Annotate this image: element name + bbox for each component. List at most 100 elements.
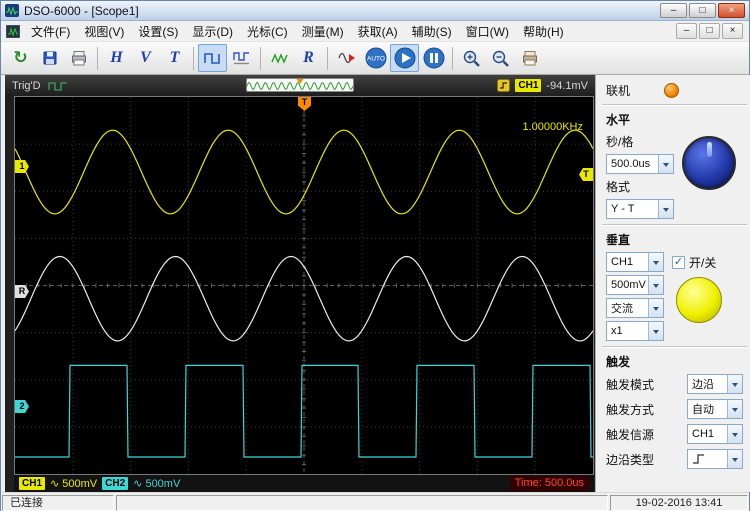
trig-status-label: Trig'D [12,79,41,92]
probe-select[interactable]: x1 [606,321,664,341]
menu-file[interactable]: 文件(F) [24,21,77,42]
app-window: DSO-6000 - [Scope1] – □ × 文件(F) 视图(V) 设置… [0,0,750,511]
menu-window[interactable]: 窗口(W) [459,21,516,42]
toolbar-separator [97,46,98,70]
single-capture-button[interactable] [332,44,361,72]
auto-setup-button[interactable]: AUTO [361,44,390,72]
vertical-position-knob[interactable] [676,277,722,323]
connect-button[interactable]: ↻ [6,44,35,72]
trigger-panel-button[interactable]: T [160,44,189,72]
status-bar: 已连接 19-02-2016 13:41 [1,492,749,511]
menu-settings[interactable]: 设置(S) [131,21,185,42]
toolbar-separator [452,46,453,70]
trigger-section: 触发 触发模式 边沿 触发方式 自动 触发信源 CH1 边沿类型 [606,353,743,469]
volts-div-value: 500mV [611,279,646,291]
scope-display[interactable]: 1 R 2 T T 1.00000KHz [14,96,594,475]
trigger-source-icon [497,79,511,92]
trigger-source-value: CH1 [692,428,715,440]
print-icon [71,51,86,66]
chevron-down-icon [648,253,663,271]
scope-region: Trig'D CH1 -94.1mV 1 R 2 T T 1.00000KHz … [5,75,595,492]
copy-screen-button[interactable] [515,44,544,72]
menu-bar: 文件(F) 视图(V) 设置(S) 显示(D) 光标(C) 测量(M) 获取(A… [1,21,749,42]
rising-edge-icon [693,454,704,464]
toolbar: ↻ H V T R AUTO [1,42,749,75]
trigger-sweep-select[interactable]: 自动 [687,399,743,419]
save-icon [43,51,56,65]
trigd-wave-icon [47,81,67,91]
close-button[interactable]: × [718,3,745,18]
trigger-mode-select[interactable]: 边沿 [687,374,743,394]
chevron-down-icon [727,375,742,393]
trigger-mode-label: 触发模式 [606,377,655,392]
maximize-button[interactable]: □ [689,3,716,18]
zoom-in-icon [463,50,480,67]
ch2-footer-badge: CH2 [102,477,129,490]
menu-help[interactable]: 帮助(H) [516,21,571,42]
horizontal-position-knob[interactable] [682,136,736,190]
format-value: Y - T [611,203,635,215]
chevron-down-icon [658,200,673,218]
menu-display[interactable]: 显示(D) [185,21,240,42]
online-led[interactable] [664,83,680,98]
print-button[interactable] [64,44,93,72]
zigzag-wave-icon [270,53,288,64]
vertical-section: 垂直 CH1 ✓ 开/关 500mV 交流 x1 [606,231,743,341]
horizontal-panel-button[interactable]: H [102,44,131,72]
pause-button[interactable] [419,44,448,72]
format-select[interactable]: Y - T [606,199,674,219]
horizontal-section: 水平 秒/格 500.0us 格式 Y - T [606,111,743,219]
trigger-source-select[interactable]: CH1 [687,424,743,444]
volts-div-select[interactable]: 500mV [606,275,664,295]
auto-icon: AUTO [365,47,386,69]
run-button[interactable] [390,44,419,72]
menu-utility[interactable]: 辅助(S) [405,21,459,42]
zoom-out-button[interactable] [486,44,515,72]
edge-type-select[interactable] [687,449,743,469]
sec-div-select[interactable]: 500.0us [606,154,674,174]
waveform-math-button[interactable] [265,44,294,72]
timebase-readout: Time: 500.0us [509,476,589,491]
menu-view[interactable]: 视图(V) [77,21,131,42]
panel-divider [602,346,747,348]
probe-value: x1 [611,325,623,337]
chevron-down-icon [658,155,673,173]
trigger-sweep-label: 触发方式 [606,402,655,417]
ch1-scale-readout: ∿ 500mV [50,478,98,490]
chevron-down-icon [727,400,742,418]
mdi-minimize-button[interactable]: – [676,23,697,39]
connection-status: 已连接 [2,494,114,511]
zoom-in-button[interactable] [457,44,486,72]
reference-button[interactable]: R [294,44,323,72]
persistence-display-button[interactable] [227,44,256,72]
control-panel: 联机 水平 秒/格 500.0us 格式 Y - T 垂直 CH1 ✓ 开/关 … [595,75,750,492]
vertical-letter-icon: V [140,49,151,66]
status-spacer [116,494,608,511]
frequency-readout: 1.00000KHz [522,121,583,133]
coupling-select[interactable]: 交流 [606,298,664,318]
scope-footer-bar: CH1 ∿ 500mV CH2 ∿ 500mV Time: 500.0us [14,475,594,492]
save-button[interactable] [35,44,64,72]
ch1-footer-badge: CH1 [19,477,46,490]
datetime-status: 19-02-2016 13:41 [610,494,748,511]
mdi-close-button[interactable]: × [722,23,743,39]
channel-onoff-checkbox[interactable]: ✓ 开/关 [672,254,716,271]
waveform-display-button[interactable] [198,44,227,72]
reference-letter-icon: R [303,49,314,66]
channel-select[interactable]: CH1 [606,252,664,272]
mdi-restore-button[interactable]: □ [699,23,720,39]
menu-measure[interactable]: 测量(M) [295,21,351,42]
menu-cursor[interactable]: 光标(C) [240,21,295,42]
trigger-source-label: 触发信源 [606,427,655,442]
wave-arrow-icon [337,52,355,64]
connect-icon: ↻ [13,48,28,67]
horizontal-section-title: 水平 [606,113,631,127]
onoff-label: 开/关 [689,255,717,270]
online-label: 联机 [606,84,631,98]
vertical-panel-button[interactable]: V [131,44,160,72]
window-title: DSO-6000 - [Scope1] [24,3,139,18]
waveform-position-preview[interactable] [246,78,354,92]
menu-acquire[interactable]: 获取(A) [351,21,405,42]
minimize-button[interactable]: – [660,3,687,18]
chevron-down-icon [727,425,742,443]
